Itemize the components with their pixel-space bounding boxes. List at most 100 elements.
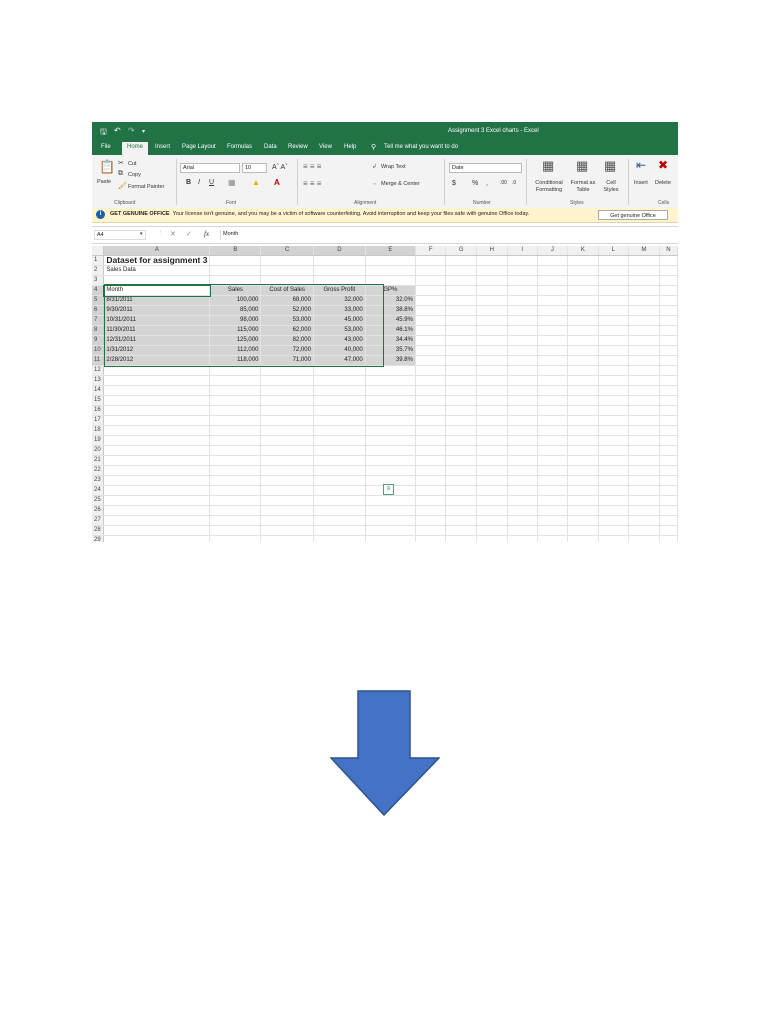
cell[interactable]: [415, 425, 447, 436]
cell[interactable]: [628, 445, 660, 456]
cell[interactable]: [537, 325, 569, 336]
cell[interactable]: [209, 445, 262, 456]
column-header-d[interactable]: D: [313, 246, 366, 256]
cell[interactable]: [445, 385, 478, 396]
cell[interactable]: [507, 355, 538, 366]
cell[interactable]: [365, 465, 416, 476]
cell[interactable]: [260, 495, 314, 506]
select-all-corner[interactable]: [92, 246, 105, 256]
align-top-icon[interactable]: ≡ ≡ ≡: [303, 162, 321, 171]
cell[interactable]: [598, 415, 630, 426]
cell[interactable]: [260, 485, 314, 496]
cell[interactable]: [103, 535, 211, 542]
customize-toolbar-icon[interactable]: ▾: [142, 128, 145, 135]
cell[interactable]: [445, 425, 478, 436]
cell[interactable]: [415, 255, 447, 266]
cell[interactable]: [567, 315, 599, 326]
row-header[interactable]: 23: [92, 475, 105, 486]
copy-icon[interactable]: ⧉: [118, 170, 123, 178]
cell[interactable]: [598, 265, 630, 276]
tab-insert[interactable]: Insert: [155, 144, 170, 150]
table-data-cell[interactable]: 82,000: [260, 335, 314, 346]
cell[interactable]: [476, 255, 508, 266]
cell[interactable]: [628, 525, 660, 536]
formula-input[interactable]: Month: [220, 230, 676, 240]
cell[interactable]: [628, 335, 660, 346]
cell[interactable]: [209, 255, 262, 266]
cell[interactable]: [476, 515, 508, 526]
table-data-cell[interactable]: 10/31/2011: [103, 315, 211, 326]
cell[interactable]: [365, 385, 416, 396]
cell[interactable]: [507, 365, 538, 376]
cell[interactable]: [103, 505, 211, 516]
delete-cells-button[interactable]: Delete: [655, 180, 671, 186]
cell[interactable]: [415, 445, 447, 456]
cell[interactable]: [365, 375, 416, 386]
cell[interactable]: [507, 395, 538, 406]
name-box-dropdown-icon[interactable]: ▾: [140, 231, 143, 237]
fill-color-icon[interactable]: ▲: [252, 178, 260, 187]
cell[interactable]: [659, 475, 678, 486]
column-header-a[interactable]: A: [103, 246, 211, 256]
cell[interactable]: [628, 425, 660, 436]
cell[interactable]: [628, 345, 660, 356]
cell[interactable]: [598, 445, 630, 456]
cell[interactable]: [415, 335, 447, 346]
wrap-text-button[interactable]: Wrap Text: [381, 164, 406, 170]
cell[interactable]: [659, 365, 678, 376]
table-data-cell[interactable]: 2/28/2012: [103, 355, 211, 366]
cell[interactable]: [507, 435, 538, 446]
row-header[interactable]: 15: [92, 395, 105, 406]
copy-button[interactable]: Copy: [128, 172, 141, 178]
cell[interactable]: [476, 455, 508, 466]
cell[interactable]: [567, 485, 599, 496]
cell[interactable]: [537, 445, 569, 456]
cell[interactable]: [507, 495, 538, 506]
cell[interactable]: [415, 305, 447, 316]
cell[interactable]: [537, 515, 569, 526]
cell[interactable]: [445, 295, 478, 306]
cell[interactable]: [567, 295, 599, 306]
table-data-cell[interactable]: 68,000: [260, 295, 314, 306]
cell[interactable]: [598, 295, 630, 306]
cell[interactable]: [628, 495, 660, 506]
cancel-icon[interactable]: ✕: [170, 230, 176, 238]
cell[interactable]: [659, 335, 678, 346]
name-box[interactable]: A4: [94, 230, 146, 240]
cell[interactable]: [598, 525, 630, 536]
table-data-cell[interactable]: 53,000: [260, 315, 314, 326]
row-header[interactable]: 19: [92, 435, 105, 446]
cell[interactable]: [659, 295, 678, 306]
cell[interactable]: [659, 315, 678, 326]
cell[interactable]: [628, 395, 660, 406]
cell[interactable]: [476, 445, 508, 456]
enter-icon[interactable]: ✓: [186, 230, 192, 238]
save-icon[interactable]: 🖫: [100, 126, 107, 140]
cell[interactable]: [209, 465, 262, 476]
align-left-icon[interactable]: ≡ ≡ ≡: [303, 179, 321, 188]
borders-icon[interactable]: ▦: [228, 178, 236, 187]
cell[interactable]: [507, 285, 538, 296]
table-data-cell[interactable]: 40,000: [313, 345, 366, 356]
table-data-cell[interactable]: 33,000: [313, 305, 366, 316]
cell[interactable]: [313, 275, 366, 286]
cell[interactable]: [313, 375, 366, 386]
cut-icon[interactable]: ✂: [118, 159, 124, 167]
cell[interactable]: [365, 425, 416, 436]
sheet-subtitle-cell[interactable]: Sales Data: [103, 265, 211, 276]
row-header[interactable]: 1: [92, 255, 105, 266]
cell[interactable]: [537, 355, 569, 366]
cell[interactable]: [445, 345, 478, 356]
cell[interactable]: [313, 365, 366, 376]
cell[interactable]: [415, 395, 447, 406]
merge-center-icon[interactable]: ⇔: [372, 181, 378, 187]
cell[interactable]: [209, 485, 262, 496]
cell[interactable]: [476, 465, 508, 476]
tell-me-search[interactable]: Tell me what you want to do: [384, 144, 458, 150]
table-data-cell[interactable]: 47,000: [313, 355, 366, 366]
cell[interactable]: [209, 395, 262, 406]
cell[interactable]: [507, 415, 538, 426]
cell[interactable]: [598, 405, 630, 416]
row-header[interactable]: 22: [92, 465, 105, 476]
cell[interactable]: [567, 265, 599, 276]
